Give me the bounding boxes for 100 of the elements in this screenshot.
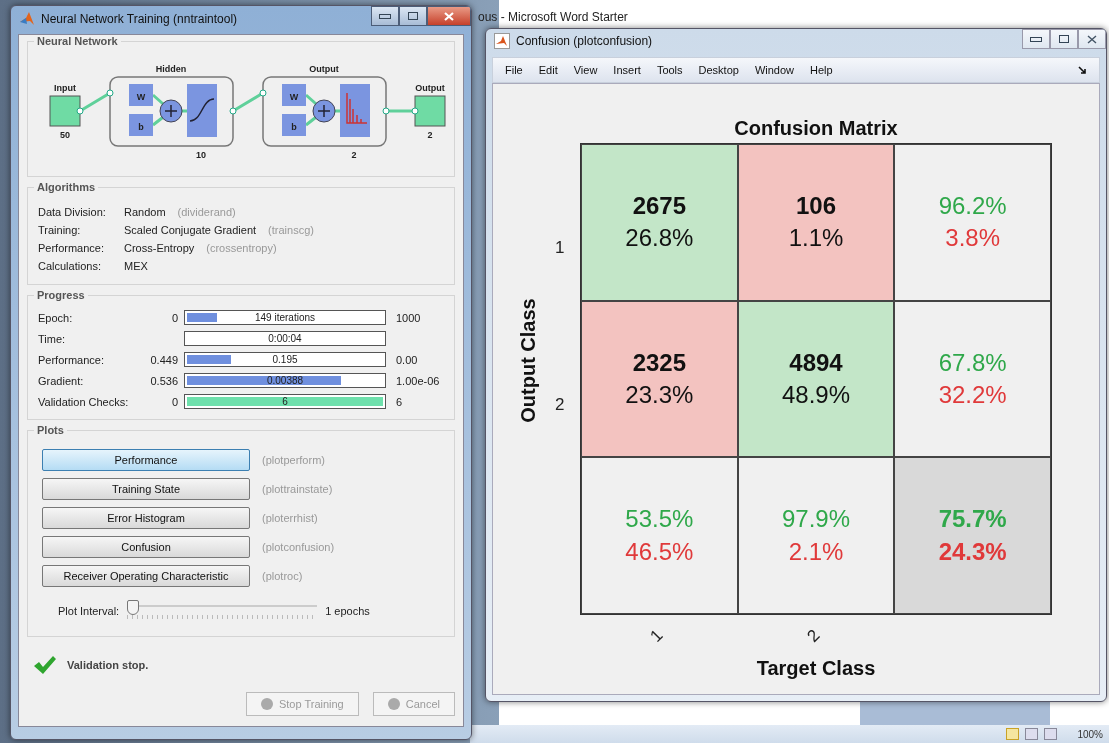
cell-value: 106 — [795, 190, 836, 221]
window-title: ous - Microsoft Word Starter — [478, 10, 628, 24]
field-label: Training: — [38, 224, 82, 236]
cell-value: 48.9% — [781, 380, 850, 410]
progress-text: 0.00388 — [265, 374, 305, 387]
field-label: Data Division: — [38, 206, 107, 218]
menu-item[interactable]: Tools — [656, 64, 683, 76]
field-value: Cross-Entropy — [124, 242, 195, 254]
cell-value: 4894 — [789, 347, 843, 378]
field-value: Scaled Conjugate Gradient — [124, 224, 257, 236]
tick-label: 1 — [555, 238, 565, 258]
field-value: Random — [124, 206, 166, 218]
cell-value: 1.1% — [788, 223, 844, 254]
menu-item[interactable]: Window — [754, 64, 795, 76]
menu-item[interactable]: Help — [810, 64, 833, 76]
tick-label: 1 — [646, 625, 668, 647]
cell-value: 75.7% — [938, 504, 1007, 535]
section-title: Neural Network — [34, 35, 121, 47]
menu-item[interactable]: Edit — [538, 64, 558, 76]
progress-label: Time: — [38, 332, 67, 345]
cell-value: 67.8% — [938, 347, 1007, 378]
progress-text: 6 — [281, 395, 289, 408]
minimize-button[interactable] — [371, 6, 399, 26]
end-value: 1000 — [396, 311, 421, 324]
end-value: 1.00e-06 — [396, 374, 440, 387]
tick-label: 2 — [803, 625, 825, 647]
cell-value: 46.5% — [625, 536, 694, 567]
end-value: 6 — [396, 395, 403, 408]
cell-value: 53.5% — [625, 504, 694, 535]
function-name: (trainscg) — [268, 224, 314, 236]
checkmark-icon — [33, 655, 57, 675]
plot-button[interactable]: Training State — [42, 478, 250, 500]
section-title: Progress — [34, 289, 88, 301]
layer-size: 2 — [351, 150, 357, 160]
axis-label: Target Class — [755, 657, 877, 680]
start-value: 0.449 — [150, 353, 178, 366]
function-name: (plotroc) — [262, 570, 303, 582]
function-name: (plotconfusion) — [262, 541, 335, 553]
view-icon[interactable] — [1044, 728, 1058, 740]
function-name: (crossentropy) — [206, 242, 277, 254]
weight-label: W — [289, 92, 299, 102]
cell-value: 97.9% — [781, 504, 850, 535]
weight-label: W — [136, 92, 146, 102]
plot-button[interactable]: Error Histogram — [42, 507, 250, 529]
start-value: 0 — [171, 311, 178, 324]
view-icon[interactable] — [1025, 728, 1039, 740]
function-name: (plotperform) — [262, 454, 325, 466]
function-name: (ploterrhist) — [262, 512, 318, 524]
cell-value: 24.3% — [938, 536, 1007, 567]
progress-text: 0.195 — [271, 353, 299, 366]
end-value: 0.00 — [396, 353, 418, 366]
matlab-icon — [494, 33, 510, 49]
interval-slider[interactable] — [127, 600, 318, 622]
plot-button[interactable]: Receiver Operating Characteristic — [42, 565, 250, 587]
zoom-level: 100% — [1077, 728, 1103, 740]
close-icon — [444, 11, 454, 21]
close-button[interactable] — [1078, 29, 1106, 49]
section-title: Plots — [34, 424, 67, 436]
cell-value: 32.2% — [938, 380, 1007, 410]
start-value: 0 — [171, 395, 178, 408]
node-label: Input — [54, 83, 76, 93]
section-title: Algorithms — [34, 181, 99, 193]
field-label: Calculations: — [38, 260, 102, 272]
bias-label: b — [291, 122, 297, 132]
node-label: Output — [415, 83, 445, 93]
cell-value: 23.3% — [625, 380, 694, 410]
progress-label: Gradient: — [38, 374, 85, 387]
menu-item[interactable]: File — [505, 64, 523, 76]
menu-item[interactable]: Desktop — [698, 64, 739, 76]
menu-item[interactable]: Insert — [613, 64, 641, 76]
tick-label: 2 — [555, 395, 565, 415]
menu-item[interactable]: View — [573, 64, 598, 76]
bias-label: b — [138, 122, 144, 132]
maximize-button[interactable] — [399, 6, 427, 26]
close-button[interactable] — [427, 6, 471, 26]
minimize-button[interactable] — [1022, 29, 1050, 49]
function-name: (dividerand) — [177, 206, 236, 218]
window-title: Neural Network Training (nntraintool) — [41, 12, 238, 26]
close-icon — [1087, 34, 1097, 44]
progress-label: Validation Checks: — [38, 395, 130, 408]
field-label: Performance: — [38, 242, 106, 254]
axis-label: Output Class — [516, 297, 540, 425]
slider-label: Plot Interval: — [58, 605, 120, 617]
plot-button[interactable]: Confusion — [42, 536, 250, 558]
maximize-button[interactable] — [1050, 29, 1078, 49]
plot-button[interactable]: Performance — [42, 449, 250, 471]
layer-label: Hidden — [155, 64, 187, 74]
start-value: 0.536 — [150, 374, 178, 387]
dock-arrow-icon[interactable] — [1078, 65, 1087, 75]
status-message: Validation stop. — [67, 659, 149, 671]
node-size: 50 — [60, 130, 70, 140]
cell-value: 26.8% — [625, 223, 694, 254]
layer-label: Output — [309, 64, 339, 74]
cell-value: 2.1% — [788, 536, 844, 567]
field-value: MEX — [124, 260, 148, 272]
node-size: 2 — [427, 130, 433, 140]
window-title: Confusion (plotconfusion) — [516, 34, 653, 48]
function-name: (plottrainstate) — [262, 483, 333, 495]
matlab-icon — [19, 11, 35, 27]
progress-label: Epoch: — [38, 311, 74, 324]
